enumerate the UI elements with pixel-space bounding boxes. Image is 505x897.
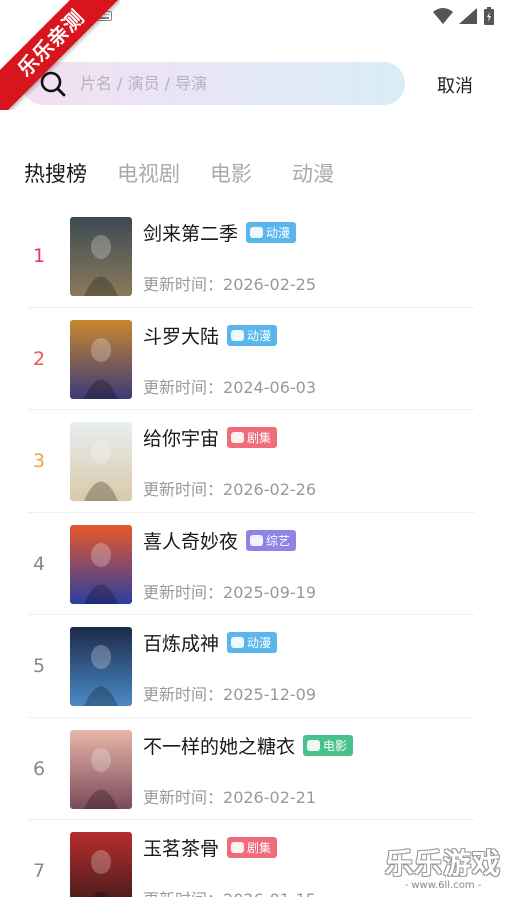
tab-tv-series[interactable]: 电视剧: [117, 158, 180, 188]
list-item[interactable]: 6 不一样的她之糖衣 电影 更新时间：2026-02-21: [0, 718, 505, 821]
poster-image[interactable]: [70, 524, 132, 604]
title-line: 百炼成神 动漫: [143, 629, 278, 656]
update-time: 更新时间：2025-12-09: [143, 681, 316, 705]
signal-icon: [459, 8, 477, 24]
site-watermark: 乐乐游戏 - www.6ll.com -: [385, 842, 501, 891]
update-date: 2025-09-19: [223, 582, 316, 602]
poster-image[interactable]: [70, 627, 132, 706]
item-title: 不一样的她之糖衣: [143, 735, 296, 758]
badge-label: 综艺: [266, 533, 291, 548]
list-item[interactable]: 2 斗罗大陆 动漫 更新时间：2024-06-03: [0, 308, 505, 411]
list-item[interactable]: 5 百炼成神 动漫 更新时间：2025-12-09: [0, 615, 505, 718]
update-prefix: 更新时间：: [143, 582, 224, 602]
title-line: 剑来第二季 动漫: [143, 219, 297, 246]
hot-search-list: 1 剑来第二季 动漫 更新时间：2026-02-25 2 斗罗大陆 动漫 更新时…: [0, 205, 505, 897]
title-line: 不一样的她之糖衣 电影: [143, 732, 354, 759]
rank-number: 3: [32, 450, 46, 472]
search-input[interactable]: [80, 62, 380, 105]
poster-image[interactable]: [70, 319, 132, 399]
rank-number: 4: [32, 552, 46, 575]
badge-label: 剧集: [247, 841, 272, 855]
update-time: 更新时间：2026-02-21: [143, 784, 316, 808]
update-date: 2026-01-15: [223, 890, 316, 897]
item-title: 喜人奇妙夜: [143, 530, 239, 553]
rank-number: 2: [32, 347, 46, 370]
item-title: 玉茗茶骨: [143, 838, 220, 860]
badge-icon: [250, 227, 264, 238]
ribbon-text: 乐乐亲测: [0, 0, 120, 110]
update-prefix: 更新时间：: [143, 787, 224, 807]
rank-number: 5: [32, 655, 46, 677]
category-badge: 综艺: [246, 529, 297, 551]
badge-icon: [231, 432, 245, 443]
list-item[interactable]: 1 剑来第二季 动漫 更新时间：2026-02-25: [0, 205, 505, 308]
poster-image[interactable]: [70, 832, 132, 897]
update-date: 2026-02-26: [223, 480, 316, 499]
category-badge: 动漫: [246, 222, 297, 243]
category-badge: 剧集: [227, 427, 278, 448]
badge-label: 动漫: [247, 636, 272, 650]
watermark-title: 乐乐游戏: [384, 847, 501, 880]
update-time: 更新时间：2024-06-03: [143, 374, 316, 398]
poster-image[interactable]: [70, 729, 132, 809]
badge-label: 动漫: [247, 328, 272, 343]
update-prefix: 更新时间：: [143, 685, 224, 704]
category-badge: 剧集: [227, 837, 278, 858]
update-time: 更新时间：2026-02-25: [143, 271, 316, 295]
title-line: 斗罗大陆 动漫: [143, 322, 278, 349]
tab-anime[interactable]: 动漫: [292, 158, 334, 188]
tab-hot-search[interactable]: 热搜榜: [24, 158, 87, 188]
update-time: 更新时间：2026-01-15: [143, 886, 316, 897]
rank-number: 6: [32, 757, 46, 780]
category-badge: 动漫: [227, 632, 278, 653]
badge-icon: [231, 637, 245, 648]
badge-icon: [307, 739, 321, 751]
badge-label: 剧集: [247, 431, 272, 445]
tab-movies[interactable]: 电影: [210, 158, 252, 188]
badge-icon: [231, 842, 245, 853]
update-date: 2024-06-03: [223, 377, 316, 397]
update-date: 2026-02-25: [223, 275, 316, 294]
update-prefix: 更新时间：: [143, 275, 224, 294]
rank-number: 7: [32, 860, 46, 882]
wifi-icon: [433, 8, 453, 24]
battery-icon: [484, 7, 494, 25]
rank-number: 1: [32, 245, 46, 267]
title-line: 喜人奇妙夜 综艺: [143, 527, 297, 554]
item-title: 剑来第二季: [143, 223, 239, 245]
title-line: 玉茗茶骨 剧集: [143, 834, 278, 861]
poster-image[interactable]: [70, 422, 132, 501]
item-title: 给你宇宙: [143, 428, 220, 450]
list-item[interactable]: 3 给你宇宙 剧集 更新时间：2026-02-26: [0, 410, 505, 513]
category-tabs: 热搜榜 电视剧 电影 动漫: [24, 158, 364, 188]
update-prefix: 更新时间：: [143, 890, 223, 897]
update-date: 2026-02-21: [223, 787, 316, 807]
update-prefix: 更新时间：: [143, 377, 224, 397]
badge-icon: [231, 329, 245, 341]
badge-label: 电影: [323, 738, 348, 753]
promo-ribbon: 乐乐亲测: [0, 0, 120, 110]
item-title: 百炼成神: [143, 633, 220, 655]
update-time: 更新时间：2026-02-26: [143, 476, 316, 500]
category-badge: 动漫: [227, 324, 278, 346]
update-prefix: 更新时间：: [143, 480, 224, 499]
update-time: 更新时间：2025-09-19: [143, 579, 316, 603]
poster-image[interactable]: [70, 217, 132, 296]
badge-label: 动漫: [266, 226, 291, 240]
list-item[interactable]: 4 喜人奇妙夜 综艺 更新时间：2025-09-19: [0, 513, 505, 616]
title-line: 给你宇宙 剧集: [143, 424, 278, 451]
update-date: 2025-12-09: [223, 685, 316, 704]
badge-icon: [250, 534, 264, 546]
status-icons: [433, 7, 495, 25]
category-badge: 电影: [303, 734, 354, 756]
item-title: 斗罗大陆: [143, 325, 220, 348]
cancel-button[interactable]: 取消: [437, 72, 473, 98]
